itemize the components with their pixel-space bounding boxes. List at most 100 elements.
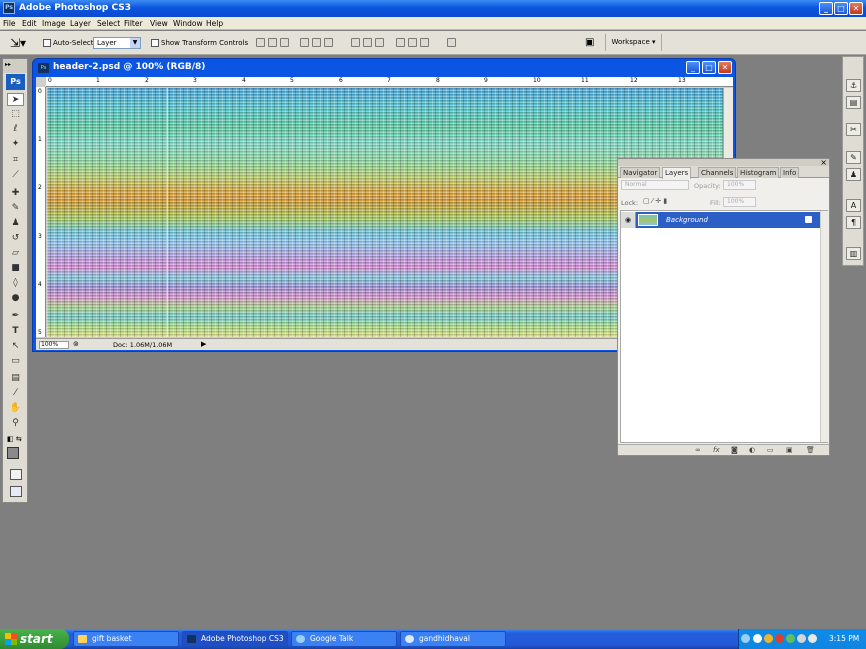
layer-comps-dock-icon[interactable]: ▥ bbox=[846, 247, 861, 260]
path-select-icon[interactable]: ↖ bbox=[7, 340, 24, 353]
document-close-button[interactable]: ✕ bbox=[718, 61, 732, 74]
tray-app-icon[interactable] bbox=[786, 634, 795, 643]
align-vertical-center-icon[interactable] bbox=[268, 38, 277, 47]
link-layers-icon[interactable]: ∞ bbox=[695, 446, 701, 454]
start-button[interactable]: start bbox=[0, 629, 69, 649]
move-tool-preset-icon[interactable]: ⇲▾ bbox=[10, 36, 26, 50]
quick-mask-icon[interactable] bbox=[10, 469, 22, 480]
align-top-icon[interactable] bbox=[256, 38, 265, 47]
marquee-tool-icon[interactable]: ⬚ bbox=[7, 108, 24, 121]
menu-select[interactable]: Select bbox=[97, 19, 120, 28]
close-button[interactable]: ✕ bbox=[849, 2, 863, 15]
document-maximize-button[interactable]: □ bbox=[702, 61, 716, 74]
new-group-icon[interactable]: ▭ bbox=[767, 446, 774, 454]
vertical-ruler[interactable]: 0 1 2 3 4 5 bbox=[36, 87, 46, 337]
magic-wand-icon[interactable]: ✦ bbox=[7, 138, 24, 151]
tray-chat-icon[interactable] bbox=[753, 634, 762, 643]
histogram-dock-icon[interactable]: ▤ bbox=[846, 96, 861, 109]
move-tool-icon[interactable]: ➤ bbox=[7, 93, 24, 106]
navigator-dock-icon[interactable]: ⚓ bbox=[846, 79, 861, 92]
shape-tool-icon[interactable]: ▭ bbox=[7, 355, 24, 368]
workspace-menu[interactable]: Workspace ▾ bbox=[605, 34, 662, 51]
layer-list-scrollbar[interactable] bbox=[820, 211, 828, 442]
menu-window[interactable]: Window bbox=[173, 19, 203, 28]
brushes-dock-icon[interactable]: ✎ bbox=[846, 151, 861, 164]
lock-icons[interactable]: ▢ ⁄ ✛ ▮ bbox=[643, 197, 667, 205]
menu-image[interactable]: Image bbox=[42, 19, 66, 28]
screen-mode-icon[interactable] bbox=[10, 486, 22, 497]
align-bottom-icon[interactable] bbox=[280, 38, 289, 47]
volume-icon[interactable] bbox=[808, 634, 817, 643]
status-menu-arrow-icon[interactable]: ▶ bbox=[201, 340, 206, 348]
distribute-hcenter-icon[interactable] bbox=[408, 38, 417, 47]
history-brush-icon[interactable]: ↺ bbox=[7, 232, 24, 245]
task-photoshop[interactable]: Adobe Photoshop CS3 bbox=[182, 631, 288, 647]
task-google-talk[interactable]: Google Talk bbox=[291, 631, 397, 647]
brush-tool-icon[interactable]: ✎ bbox=[7, 202, 24, 215]
align-horizontal-center-icon[interactable] bbox=[312, 38, 321, 47]
layer-style-icon[interactable]: fx bbox=[713, 446, 720, 454]
new-layer-icon[interactable]: ▣ bbox=[786, 446, 793, 454]
tab-channels[interactable]: Channels bbox=[698, 167, 737, 178]
horizontal-ruler[interactable]: 0 1 2 3 4 5 6 7 8 9 10 11 12 13 bbox=[46, 77, 733, 87]
trash-icon[interactable]: 🗑 bbox=[806, 446, 815, 454]
align-left-icon[interactable] bbox=[300, 38, 309, 47]
tab-histogram[interactable]: Histogram bbox=[737, 167, 780, 178]
show-transform-checkbox[interactable] bbox=[151, 39, 159, 47]
zoom-tool-icon[interactable]: ⚲ bbox=[7, 417, 24, 430]
slice-tool-icon[interactable]: ⟋ bbox=[7, 169, 24, 182]
hand-tool-icon[interactable]: ✋ bbox=[7, 402, 24, 415]
toolbox-collapse-icon[interactable]: ▸▸ bbox=[3, 59, 27, 73]
distribute-bottom-icon[interactable] bbox=[375, 38, 384, 47]
tab-info[interactable]: Info bbox=[780, 167, 800, 178]
menu-filter[interactable]: Filter bbox=[124, 19, 143, 28]
clone-stamp-icon[interactable]: ♟ bbox=[7, 217, 24, 230]
document-minimize-button[interactable]: _ bbox=[686, 61, 700, 74]
tool-presets-dock-icon[interactable]: ✂ bbox=[846, 123, 861, 136]
dodge-tool-icon[interactable]: ● bbox=[7, 292, 24, 305]
auto-select-dropdown[interactable]: Layer ▼ bbox=[93, 37, 141, 49]
tab-layers[interactable]: Layers bbox=[662, 167, 692, 179]
bridge-icon[interactable]: ▣ bbox=[585, 37, 594, 48]
maximize-button[interactable]: □ bbox=[834, 2, 848, 15]
tab-navigator[interactable]: Navigator bbox=[620, 167, 661, 178]
lasso-tool-icon[interactable]: ℓ bbox=[7, 123, 24, 136]
opacity-field[interactable]: 100% bbox=[723, 180, 756, 190]
task-gift-basket[interactable]: gift basket bbox=[73, 631, 179, 647]
layer-mask-icon[interactable]: ◙ bbox=[731, 446, 738, 454]
notes-tool-icon[interactable]: ▤ bbox=[7, 372, 24, 385]
menu-layer[interactable]: Layer bbox=[70, 19, 91, 28]
layer-row[interactable]: ◉ Background bbox=[621, 212, 820, 228]
paragraph-dock-icon[interactable]: ¶ bbox=[846, 216, 861, 229]
minimize-button[interactable]: _ bbox=[819, 2, 833, 15]
task-gandhidhaval[interactable]: gandhidhaval bbox=[400, 631, 506, 647]
tray-arrow-icon[interactable] bbox=[741, 634, 750, 643]
menu-help[interactable]: Help bbox=[206, 19, 223, 28]
blur-tool-icon[interactable]: ◊ bbox=[7, 277, 24, 290]
default-colors-icon[interactable]: ◧ ⇆ bbox=[7, 435, 22, 443]
pen-tool-icon[interactable]: ✒ bbox=[7, 310, 24, 323]
foreground-color-swatch[interactable] bbox=[7, 447, 19, 459]
crop-tool-icon[interactable]: ⌗ bbox=[7, 154, 24, 167]
menu-file[interactable]: File bbox=[3, 19, 16, 28]
guide-line[interactable] bbox=[167, 88, 168, 337]
panel-grip[interactable] bbox=[618, 159, 829, 166]
blend-mode-dropdown[interactable]: Normal bbox=[621, 180, 689, 190]
character-dock-icon[interactable]: A bbox=[846, 199, 861, 212]
eraser-tool-icon[interactable]: ▱ bbox=[7, 247, 24, 260]
fill-field[interactable]: 100% bbox=[723, 197, 756, 207]
distribute-top-icon[interactable] bbox=[351, 38, 360, 47]
gradient-tool-icon[interactable]: ■ bbox=[7, 262, 24, 275]
auto-align-layers-icon[interactable] bbox=[447, 38, 456, 47]
distribute-left-icon[interactable] bbox=[396, 38, 405, 47]
clock[interactable]: 3:15 PM bbox=[829, 634, 859, 643]
clone-source-dock-icon[interactable]: ♟ bbox=[846, 168, 861, 181]
shield-icon[interactable] bbox=[764, 634, 773, 643]
eyedropper-icon[interactable]: ⁄ bbox=[7, 387, 24, 400]
type-tool-icon[interactable]: T bbox=[7, 325, 24, 338]
network-icon[interactable] bbox=[775, 634, 784, 643]
tray-monitor-icon[interactable] bbox=[797, 634, 806, 643]
menu-edit[interactable]: Edit bbox=[22, 19, 37, 28]
healing-brush-icon[interactable]: ✚ bbox=[7, 187, 24, 200]
menu-view[interactable]: View bbox=[150, 19, 168, 28]
